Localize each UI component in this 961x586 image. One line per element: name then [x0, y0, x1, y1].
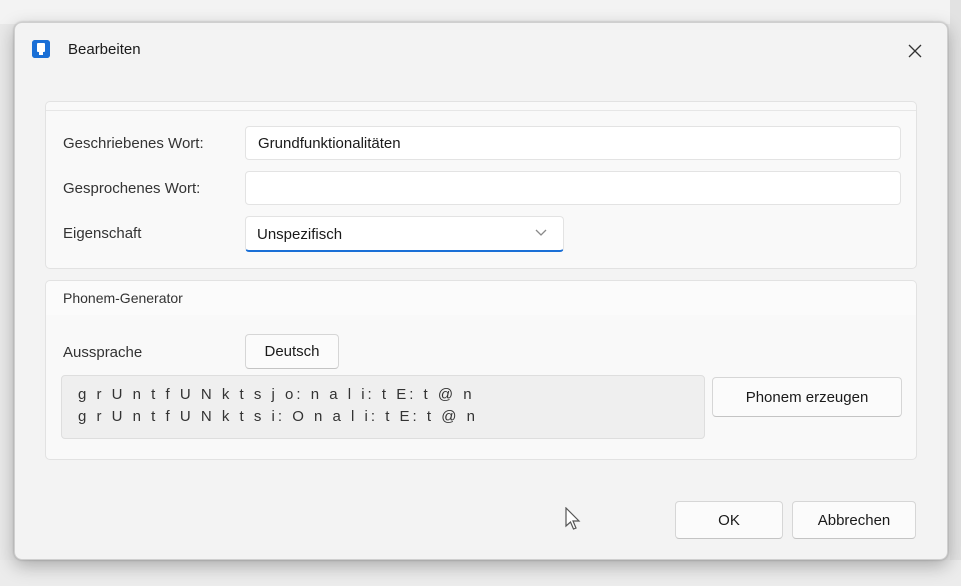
generate-phoneme-button[interactable]: Phonem erzeugen	[712, 377, 902, 417]
dialog-titlebar: Bearbeiten	[15, 23, 947, 79]
app-book-icon	[32, 40, 50, 58]
written-word-label: Geschriebenes Wort:	[63, 135, 204, 152]
property-label: Eigenschaft	[63, 225, 142, 242]
background-app	[0, 0, 961, 24]
phoneme-line-1: g r U n t f U N k t s j o: n a l i: t E:…	[78, 386, 475, 403]
language-button[interactable]: Deutsch	[245, 334, 339, 369]
spoken-word-label: Gesprochenes Wort:	[63, 180, 201, 197]
chevron-down-icon	[535, 229, 547, 236]
background-app-edge	[950, 0, 961, 586]
spoken-word-input[interactable]	[245, 171, 901, 205]
property-dropdown[interactable]: Unspezifisch	[245, 216, 564, 252]
close-icon	[908, 44, 922, 58]
written-word-input[interactable]	[245, 126, 901, 160]
dialog-title: Bearbeiten	[68, 41, 141, 58]
pronunciation-label: Aussprache	[63, 344, 143, 361]
phoneme-generator-title: Phonem-Generator	[63, 290, 183, 306]
mouse-pointer-icon	[565, 507, 581, 530]
edit-dialog: Bearbeiten Geschriebenes Wort: Gesproche…	[14, 22, 948, 560]
cancel-button[interactable]: Abbrechen	[792, 501, 916, 539]
panel-divider	[46, 102, 916, 111]
close-button[interactable]	[899, 35, 931, 67]
phoneme-output[interactable]: g r U n t f U N k t s j o: n a l i: t E:…	[61, 375, 705, 439]
ok-button[interactable]: OK	[675, 501, 783, 539]
phoneme-line-2: g r U n t f U N k t s i: O n a l i: t E:…	[78, 408, 478, 425]
background-app-bottom	[0, 560, 961, 586]
property-value: Unspezifisch	[257, 226, 343, 243]
phoneme-generator-header: Phonem-Generator	[45, 280, 917, 316]
